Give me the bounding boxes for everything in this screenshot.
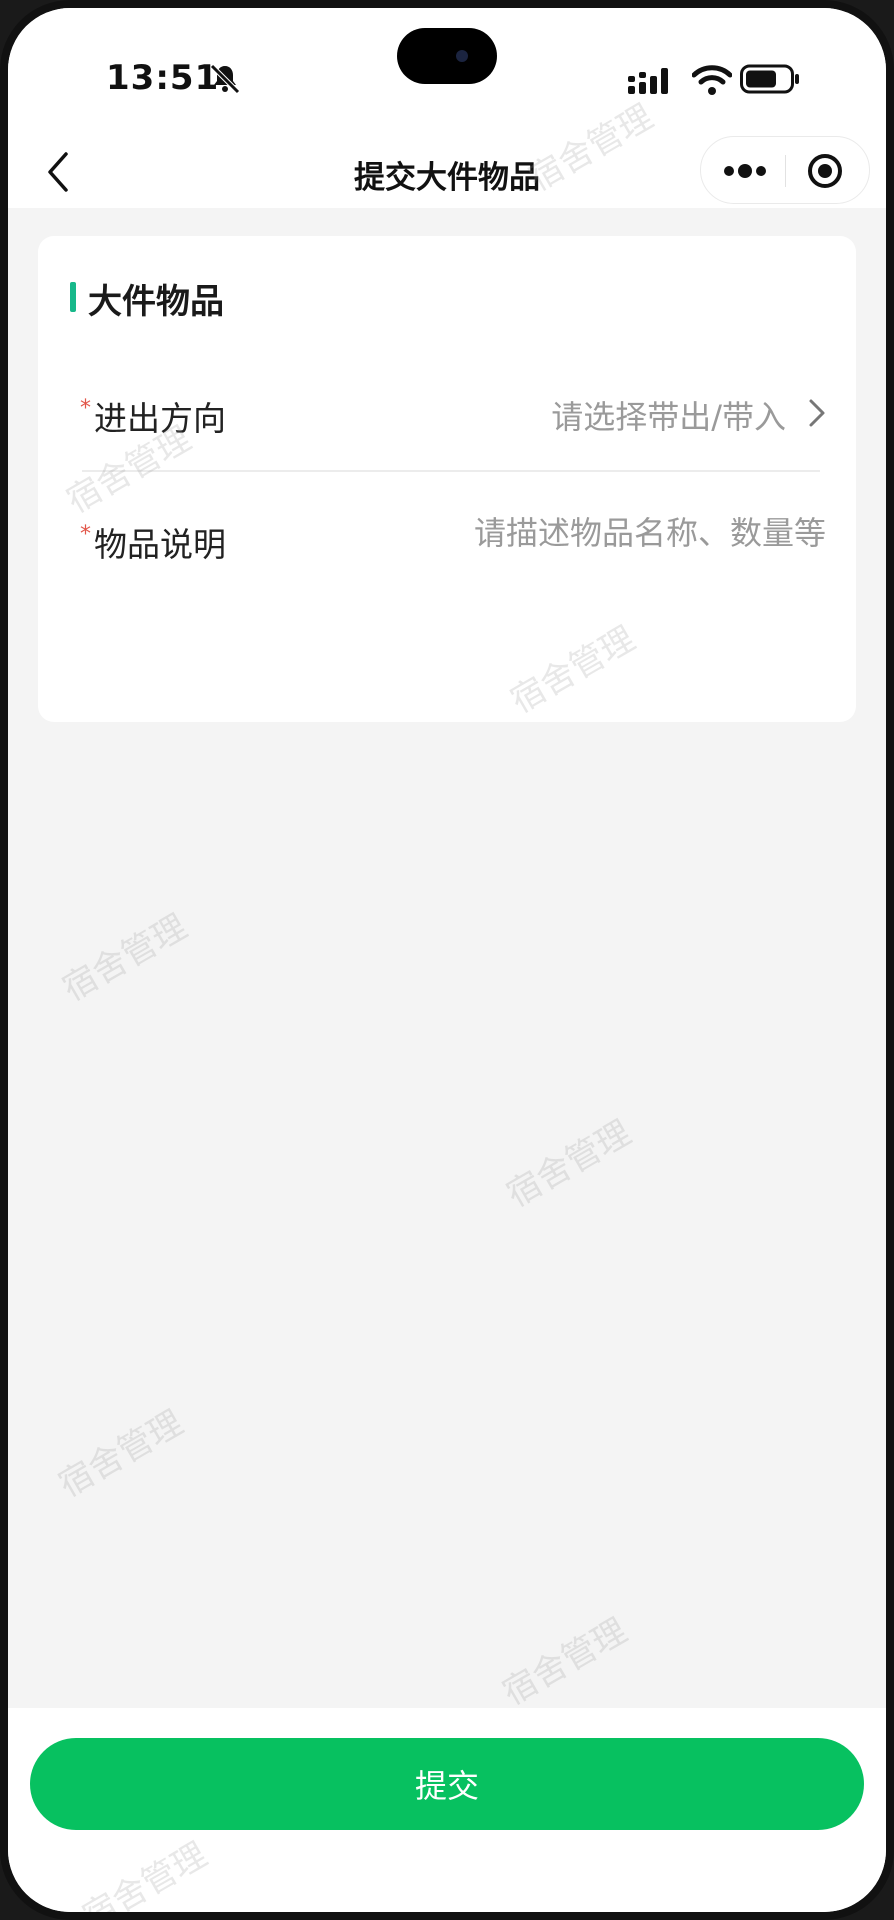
required-star: * <box>80 396 91 421</box>
direction-picker[interactable]: 请选择带出/带入 <box>551 392 786 438</box>
section-title: 大件物品 <box>88 282 224 322</box>
bottom-bar: 提交 宿舍管理 <box>8 1708 886 1912</box>
phone-frame: 13:51 提交大件物品 大件物品 * 进出方向 请选择带出/带入 * 物品说明… <box>0 0 894 1920</box>
watermark: 宿舍管理 <box>56 906 194 1010</box>
target-icon[interactable] <box>807 153 843 189</box>
screen: 13:51 提交大件物品 大件物品 * 进出方向 请选择带出/带入 * 物品说明… <box>8 8 886 1912</box>
section-accent-bar <box>70 282 76 312</box>
capsule-divider <box>785 155 786 187</box>
required-star: * <box>80 522 91 547</box>
submit-button[interactable]: 提交 <box>30 1738 864 1830</box>
chevron-right-icon[interactable] <box>806 396 828 430</box>
description-label: 物品说明 <box>94 525 226 564</box>
description-textarea[interactable]: 请描述物品名称、数量等 <box>474 508 826 554</box>
watermark: 宿舍管理 <box>496 1610 634 1714</box>
more-icon[interactable] <box>723 163 767 179</box>
watermark: 宿舍管理 <box>76 1834 214 1912</box>
row-divider <box>82 470 820 472</box>
top-bar: 13:51 提交大件物品 <box>8 8 886 208</box>
status-time: 13:51 <box>106 58 220 98</box>
dynamic-island <box>397 28 497 84</box>
watermark: 宿舍管理 <box>500 1112 638 1216</box>
watermark: 宿舍管理 <box>52 1402 190 1506</box>
battery-icon <box>740 64 799 94</box>
wifi-icon <box>692 65 732 95</box>
bell-slash-icon <box>210 64 240 94</box>
mini-program-capsule <box>700 136 870 204</box>
